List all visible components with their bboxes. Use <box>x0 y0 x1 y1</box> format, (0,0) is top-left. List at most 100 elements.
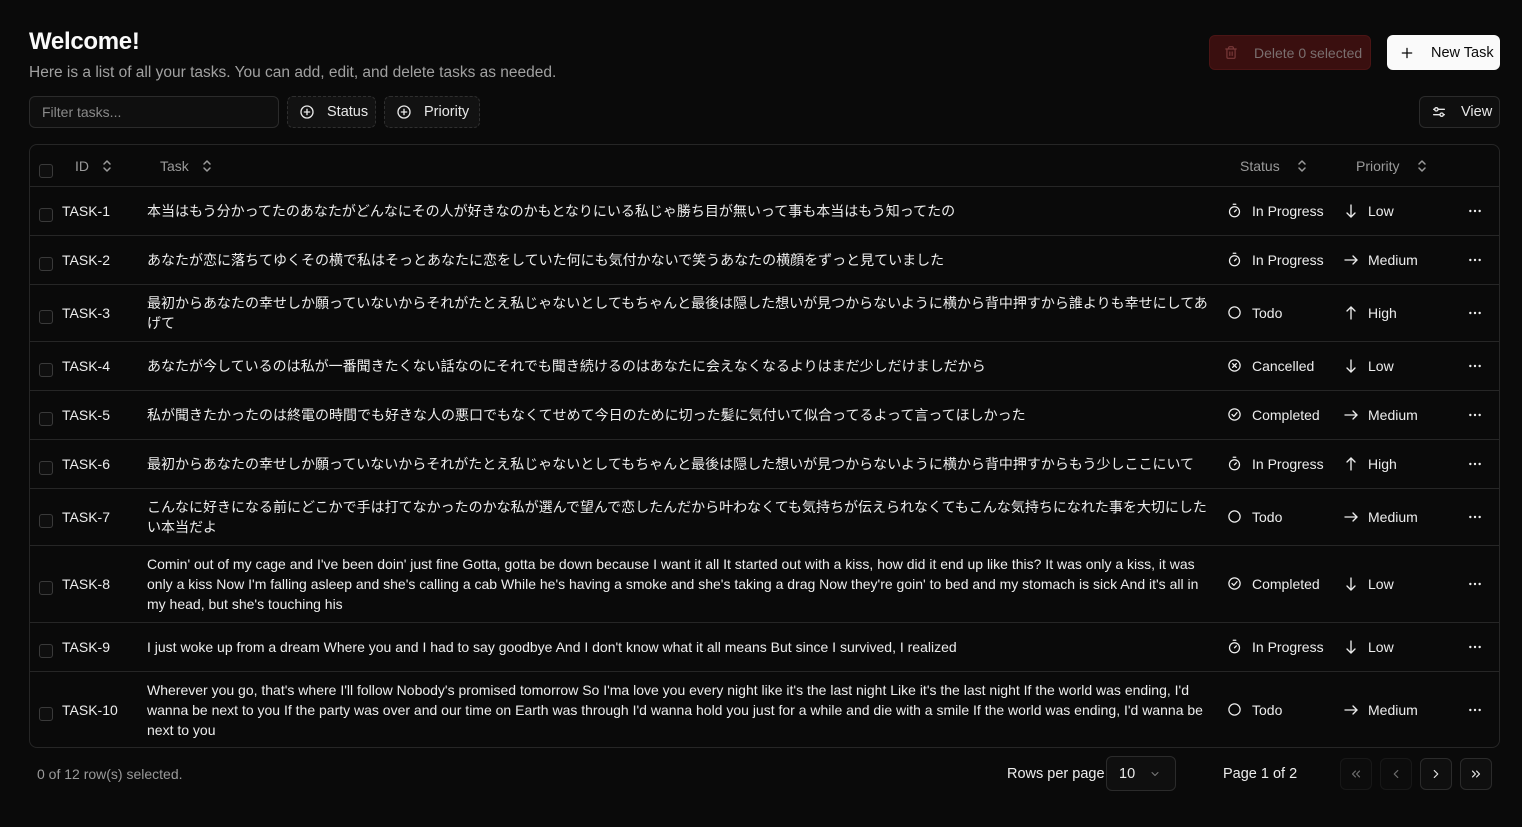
task-status-label: Completed <box>1252 575 1320 592</box>
table-row[interactable]: TASK-6 最初からあなたの幸せしか願っていないからそれがたとえ私じゃないとし… <box>30 439 1499 489</box>
sliders-icon <box>1431 104 1447 120</box>
column-header-id-label: ID <box>75 157 89 174</box>
more-horizontal-icon <box>1467 358 1483 374</box>
column-header-status[interactable]: Status <box>1240 145 1308 186</box>
view-options-label: View <box>1461 104 1493 120</box>
task-title-text: あなたが今しているのは私が一番聞きたくない話なのにそれでも聞き続けるのはあなたに… <box>147 357 986 374</box>
column-header-task[interactable]: Task <box>160 145 213 186</box>
priority-filter-button[interactable]: Priority <box>384 96 480 128</box>
check-circle-icon <box>1227 576 1243 591</box>
rows-per-page-value: 10 <box>1119 765 1136 782</box>
table-row[interactable]: TASK-1 本当はもう分かってたのあなたがどんなにその人が好きなのかもとなりに… <box>30 186 1499 236</box>
column-header-priority-label: Priority <box>1356 157 1400 174</box>
table-row[interactable]: TASK-2 あなたが恋に落ちてゆくその横で私はそっとあなたに恋をしていた何にも… <box>30 235 1499 285</box>
priority-filter-label: Priority <box>424 104 470 120</box>
row-select-checkbox[interactable] <box>39 363 53 377</box>
first-page-button[interactable] <box>1340 758 1372 790</box>
task-status: Cancelled <box>1227 341 1314 390</box>
more-horizontal-icon <box>1467 702 1483 718</box>
selection-count: 0 of 12 row(s) selected. <box>37 766 183 782</box>
page-header: Welcome! Here is a list of all your task… <box>29 28 556 82</box>
circle-x-icon <box>1227 358 1243 373</box>
row-select-checkbox[interactable] <box>39 257 53 271</box>
task-priority: Low <box>1343 186 1394 235</box>
page-subtitle: Here is a list of all your tasks. You ca… <box>29 64 557 81</box>
trash-icon <box>1224 45 1242 60</box>
new-task-button[interactable]: New Task <box>1387 35 1500 70</box>
table-row[interactable]: TASK-10 Wherever you go, that's where I'… <box>30 671 1499 747</box>
row-select-checkbox[interactable] <box>39 310 53 324</box>
task-priority-label: Low <box>1368 638 1394 655</box>
task-title: こんなに好きになる前にどこかで手は打てなかったのかな私が選んで望んで恋したんだか… <box>147 488 1210 545</box>
rows-per-page-select[interactable]: 10 <box>1106 756 1176 791</box>
column-header-id[interactable]: ID <box>75 145 113 186</box>
task-priority-label: Medium <box>1368 406 1418 423</box>
row-select-checkbox[interactable] <box>39 707 53 721</box>
task-title: 本当はもう分かってたのあなたがどんなにその人が好きなのかもとなりにいる私じゃ勝ち… <box>147 186 1210 235</box>
task-id: TASK-3 <box>62 304 110 321</box>
task-status-label: In Progress <box>1252 202 1324 219</box>
chevron-down-icon <box>1149 768 1161 780</box>
row-actions-button[interactable] <box>1467 671 1483 747</box>
arrow-up-icon <box>1343 305 1359 321</box>
row-select-checkbox[interactable] <box>39 581 53 595</box>
next-page-button[interactable] <box>1420 758 1452 790</box>
task-title-text: Comin' out of my cage and I've been doin… <box>147 555 1199 612</box>
task-priority: Low <box>1343 545 1394 622</box>
table-row[interactable]: TASK-3 最初からあなたの幸せしか願っていないからそれがたとえ私じゃないとし… <box>30 284 1499 342</box>
table-row[interactable]: TASK-8 Comin' out of my cage and I've be… <box>30 545 1499 623</box>
task-id: TASK-1 <box>62 202 110 219</box>
more-horizontal-icon <box>1467 639 1483 655</box>
more-horizontal-icon <box>1467 456 1483 472</box>
task-status: Completed <box>1227 390 1320 439</box>
table-row[interactable]: TASK-5 私が聞きたかったのは終電の時間でも好きな人の悪口でもなくてせめて今… <box>30 390 1499 440</box>
row-actions-button[interactable] <box>1467 622 1483 671</box>
row-actions-button[interactable] <box>1467 545 1483 622</box>
task-priority: High <box>1343 439 1397 488</box>
task-priority: Medium <box>1343 671 1418 747</box>
previous-page-button[interactable] <box>1380 758 1412 790</box>
task-title-text: 最初からあなたの幸せしか願っていないからそれがたとえ私じゃないとしてもちゃんと最… <box>147 294 1208 331</box>
row-actions-button[interactable] <box>1467 341 1483 390</box>
row-actions-button[interactable] <box>1467 284 1483 341</box>
task-id: TASK-7 <box>62 508 110 525</box>
sort-icon <box>201 159 213 173</box>
task-id: TASK-4 <box>62 357 110 374</box>
select-all-checkbox[interactable] <box>39 164 53 178</box>
row-select-checkbox[interactable] <box>39 644 53 658</box>
column-header-priority[interactable]: Priority <box>1356 145 1428 186</box>
task-priority-label: Low <box>1368 575 1394 592</box>
view-options-button[interactable]: View <box>1419 96 1500 128</box>
row-actions-button[interactable] <box>1467 390 1483 439</box>
plus-icon <box>1400 46 1416 60</box>
task-priority: Medium <box>1343 235 1418 284</box>
task-status: In Progress <box>1227 622 1324 671</box>
row-actions-button[interactable] <box>1467 186 1483 235</box>
filter-tasks-input[interactable]: Filter tasks... <box>29 96 279 128</box>
row-actions-button[interactable] <box>1467 488 1483 545</box>
more-horizontal-icon <box>1467 576 1483 592</box>
sort-icon <box>1416 159 1428 173</box>
row-actions-button[interactable] <box>1467 235 1483 284</box>
table-row[interactable]: TASK-9 I just woke up from a dream Where… <box>30 622 1499 672</box>
last-page-button[interactable] <box>1460 758 1492 790</box>
row-select-checkbox[interactable] <box>39 514 53 528</box>
row-select-checkbox[interactable] <box>39 208 53 222</box>
table-row[interactable]: TASK-4 あなたが今しているのは私が一番聞きたくない話なのにそれでも聞き続け… <box>30 341 1499 391</box>
delete-selected-button[interactable]: Delete 0 selected <box>1209 35 1371 70</box>
sort-icon <box>1296 159 1308 173</box>
chevron-left-icon <box>1389 767 1403 781</box>
tasks-table: ID Task Status Priority TASK-1 本当はもう分かって… <box>29 144 1500 748</box>
status-filter-button[interactable]: Status <box>287 96 376 128</box>
column-header-task-label: Task <box>160 157 189 174</box>
arrow-right-icon <box>1343 702 1359 718</box>
row-select-checkbox[interactable] <box>39 461 53 475</box>
more-horizontal-icon <box>1467 407 1483 423</box>
row-select-checkbox[interactable] <box>39 412 53 426</box>
row-actions-button[interactable] <box>1467 439 1483 488</box>
task-status: In Progress <box>1227 235 1324 284</box>
task-title: あなたが恋に落ちてゆくその横で私はそっとあなたに恋をしていた何にも気付かないで笑… <box>147 235 1210 284</box>
task-status-label: In Progress <box>1252 251 1324 268</box>
task-title: 私が聞きたかったのは終電の時間でも好きな人の悪口でもなくてせめて今日のために切っ… <box>147 390 1210 439</box>
table-row[interactable]: TASK-7 こんなに好きになる前にどこかで手は打てなかったのかな私が選んで望ん… <box>30 488 1499 546</box>
